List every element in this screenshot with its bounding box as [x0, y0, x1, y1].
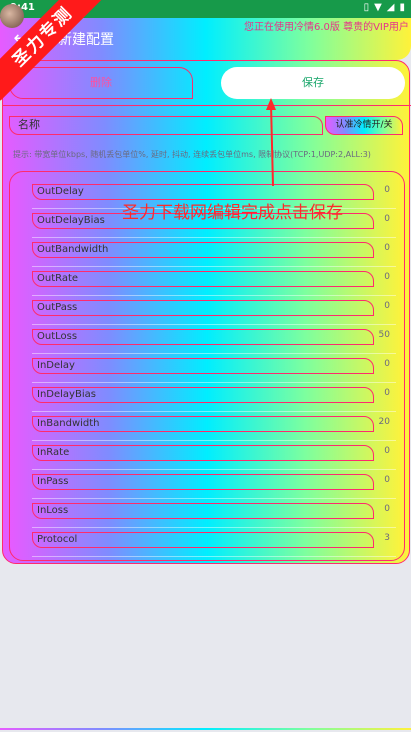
- param-field[interactable]: Protocol: [32, 532, 374, 548]
- params-panel: OutDelay 0 OutDelayBias 0 OutBandwidth 0 OutRa…: [9, 171, 405, 561]
- param-value: 0: [384, 272, 390, 282]
- status-icons: ▯ ▼ ◢ ▮: [364, 2, 405, 13]
- bottom-line: [0, 728, 411, 730]
- action-row: 删除 保存: [9, 67, 405, 101]
- param-field[interactable]: OutLoss: [32, 329, 374, 345]
- param-value: 50: [378, 330, 390, 340]
- param-value: 0: [384, 359, 390, 369]
- param-field[interactable]: OutBandwidth: [32, 242, 374, 258]
- marquee-notice: 您正在使用冷情6.0版 尊贵的VIP用户: [244, 22, 409, 33]
- param-field[interactable]: InRate: [32, 445, 374, 461]
- param-row: OutRate 0: [10, 267, 402, 296]
- param-row: OutPass 0: [10, 296, 402, 325]
- param-row: OutBandwidth 0: [10, 238, 402, 267]
- param-row: OutLoss 50: [10, 325, 402, 354]
- annotation-text: 圣力下载网编辑完成点击保存: [122, 203, 343, 223]
- page: 9:41 ▯ ▼ ◢ ▮ 圣力专测 ← 新建配置 您正在使用冷情6.0版 尊贵的…: [0, 0, 411, 732]
- param-value: 20: [378, 417, 390, 427]
- param-field[interactable]: InDelay: [32, 358, 374, 374]
- param-field[interactable]: InBandwidth: [32, 416, 374, 432]
- param-row: InPass 0: [10, 470, 402, 499]
- param-row: InLoss 0: [10, 499, 402, 528]
- param-field[interactable]: OutRate: [32, 271, 374, 287]
- param-value: 0: [384, 504, 390, 514]
- param-value: 0: [384, 388, 390, 398]
- battery-icon: ▮: [399, 2, 405, 13]
- param-value: 0: [384, 185, 390, 195]
- hint-text: 提示: 带宽单位kbps, 随机丢包单位%, 延时, 抖动, 连续丢包单位ms,…: [13, 150, 371, 159]
- avatar: [0, 4, 24, 28]
- divider: [3, 105, 411, 106]
- param-row: InRate 0: [10, 441, 402, 470]
- param-value: 0: [384, 446, 390, 456]
- param-row: InDelayBias 0: [10, 383, 402, 412]
- param-field[interactable]: InPass: [32, 474, 374, 490]
- param-value: 0: [384, 214, 390, 224]
- param-row: Protocol 3: [10, 528, 402, 557]
- toggle-button[interactable]: 认准冷情开/关: [325, 116, 403, 135]
- param-field[interactable]: InLoss: [32, 503, 374, 519]
- param-field[interactable]: OutPass: [32, 300, 374, 316]
- wifi-icon: ▼: [374, 2, 382, 13]
- name-row: 名称 认准冷情开/关: [9, 116, 409, 136]
- param-value: 3: [384, 533, 390, 543]
- save-button[interactable]: 保存: [221, 67, 405, 99]
- param-value: 0: [384, 475, 390, 485]
- param-row: InDelay 0: [10, 354, 402, 383]
- vibrate-icon: ▯: [363, 2, 370, 13]
- config-card: 删除 保存 名称 认准冷情开/关 提示: 带宽单位kbps, 随机丢包单位%, …: [2, 60, 411, 564]
- param-value: 0: [384, 301, 390, 311]
- name-input[interactable]: 名称: [9, 116, 323, 135]
- param-field[interactable]: InDelayBias: [32, 387, 374, 403]
- param-row: InBandwidth 20: [10, 412, 402, 441]
- param-value: 0: [384, 243, 390, 253]
- delete-button[interactable]: 删除: [9, 67, 193, 99]
- signal-icon: ◢: [386, 2, 395, 13]
